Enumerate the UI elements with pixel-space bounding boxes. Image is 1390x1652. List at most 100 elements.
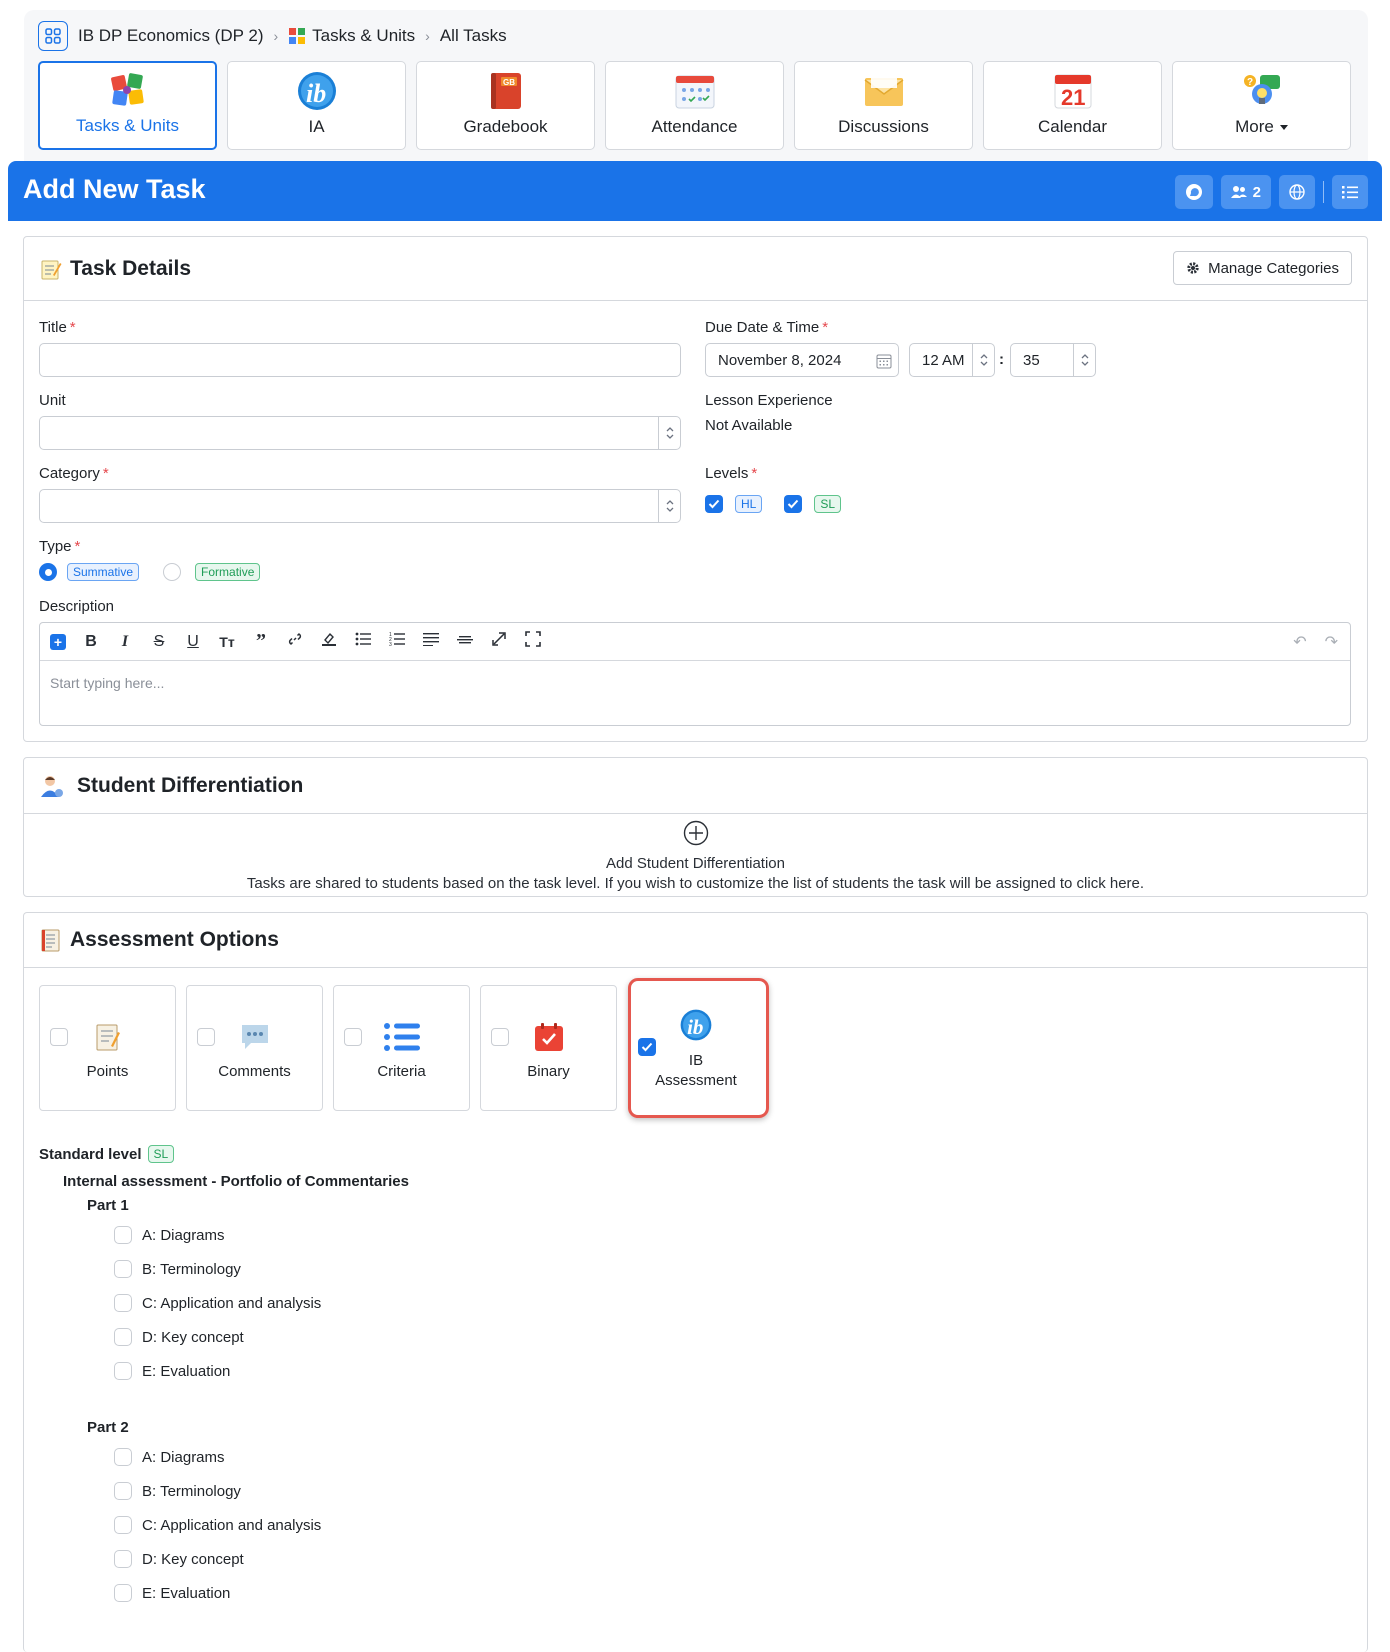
add-differentiation-label[interactable]: Add Student Differentiation: [24, 855, 1367, 872]
undo-icon[interactable]: ↶: [1293, 632, 1306, 652]
text-size-icon[interactable]: Tᴛ: [218, 634, 236, 650]
criterion-row[interactable]: B: Terminology: [114, 1482, 241, 1500]
unit-select[interactable]: [39, 416, 681, 450]
italic-icon[interactable]: I: [116, 633, 134, 651]
category-select[interactable]: [39, 489, 681, 523]
criterion-row[interactable]: E: Evaluation: [114, 1584, 230, 1602]
criterion-row[interactable]: C: Application and analysis: [114, 1294, 321, 1312]
criterion-row[interactable]: D: Key concept: [114, 1328, 244, 1346]
language-button[interactable]: [1279, 175, 1315, 209]
required-mark: *: [751, 465, 758, 482]
criterion-checkbox[interactable]: [114, 1362, 132, 1380]
criterion-row[interactable]: E: Evaluation: [114, 1362, 230, 1380]
fullscreen-icon[interactable]: [524, 631, 542, 652]
bulleted-list-icon[interactable]: [354, 632, 372, 651]
tab-tasks-units[interactable]: Tasks & Units: [38, 61, 217, 150]
ia-title: Internal assessment - Portfolio of Comme…: [63, 1173, 409, 1190]
criterion-row[interactable]: A: Diagrams: [114, 1448, 225, 1466]
assessment-title: Assessment Options: [70, 928, 279, 951]
quote-icon[interactable]: ”: [252, 630, 270, 653]
tab-calendar[interactable]: 21 Calendar: [983, 61, 1162, 150]
radio-formative[interactable]: [163, 563, 182, 581]
highlight-icon[interactable]: [320, 631, 338, 652]
clear-format-icon[interactable]: [490, 631, 508, 652]
checkbox-sl[interactable]: [784, 495, 803, 513]
due-hour-value: 12 AM: [922, 352, 965, 369]
tab-ia[interactable]: ib IA: [227, 61, 406, 150]
attendance-icon: [675, 69, 715, 113]
breadcrumb-section[interactable]: Tasks & Units: [288, 26, 415, 46]
horizontal-rule-icon[interactable]: [456, 632, 474, 651]
tab-discussions[interactable]: Discussions: [794, 61, 973, 150]
description-placeholder[interactable]: Start typing here...: [50, 675, 164, 691]
assessment-option-points[interactable]: Points: [39, 985, 176, 1111]
chat-icon: [1185, 184, 1202, 200]
ib-logo-icon: ib: [296, 69, 338, 113]
bold-icon[interactable]: B: [82, 633, 100, 651]
select-arrows-icon: [658, 490, 680, 522]
assessment-option-binary[interactable]: Binary: [480, 985, 617, 1111]
criterion-checkbox[interactable]: [114, 1448, 132, 1466]
sl-tag: SL: [814, 495, 842, 513]
criterion-checkbox[interactable]: [114, 1226, 132, 1244]
align-icon[interactable]: [422, 632, 440, 651]
radio-summative[interactable]: [39, 563, 57, 581]
checkbox-points[interactable]: [50, 1028, 68, 1046]
assessment-header: Assessment Options: [24, 913, 1367, 968]
required-mark: *: [822, 319, 829, 336]
assessment-option-criteria[interactable]: Criteria: [333, 985, 470, 1111]
tab-label: Tasks & Units: [76, 116, 179, 135]
criterion-row[interactable]: D: Key concept: [114, 1550, 244, 1568]
criterion-checkbox[interactable]: [114, 1550, 132, 1568]
svg-text:ib: ib: [306, 79, 326, 108]
differentiation-header: Student Differentiation: [24, 758, 1367, 814]
breadcrumb-course[interactable]: IB DP Economics (DP 2): [78, 26, 264, 46]
underline-icon[interactable]: U: [184, 633, 202, 651]
users-icon: [1230, 186, 1247, 198]
criterion-row[interactable]: C: Application and analysis: [114, 1516, 321, 1534]
criterion-checkbox[interactable]: [114, 1260, 132, 1278]
insert-block-icon[interactable]: +: [50, 633, 66, 650]
chat-button[interactable]: [1174, 175, 1213, 209]
criterion-row[interactable]: A: Diagrams: [114, 1226, 225, 1244]
criterion-checkbox[interactable]: [114, 1328, 132, 1346]
due-date-input[interactable]: November 8, 2024: [705, 343, 899, 377]
due-hour-select[interactable]: 12 AM: [909, 343, 995, 377]
levels-options: HL SL: [705, 495, 842, 513]
criterion-checkbox[interactable]: [114, 1294, 132, 1312]
manage-categories-button[interactable]: Manage Categories: [1173, 251, 1352, 285]
add-circle-icon[interactable]: [683, 820, 709, 846]
criterion-row[interactable]: B: Terminology: [114, 1260, 241, 1278]
checkbox-criteria[interactable]: [344, 1028, 362, 1046]
checkbox-binary[interactable]: [491, 1028, 509, 1046]
calendar-picker-icon[interactable]: [876, 353, 892, 369]
apps-grid-icon[interactable]: [38, 21, 68, 51]
tab-label: Discussions: [838, 117, 929, 136]
tab-gradebook[interactable]: GB Gradebook: [416, 61, 595, 150]
student-icon: [41, 775, 63, 797]
criterion-checkbox[interactable]: [114, 1516, 132, 1534]
numbered-list-icon[interactable]: 123: [388, 632, 406, 651]
tab-attendance[interactable]: Attendance: [605, 61, 784, 150]
student-differentiation-panel: Student Differentiation Add Student Diff…: [23, 757, 1368, 897]
redo-icon[interactable]: ↷: [1325, 632, 1338, 652]
assessment-option-comments[interactable]: Comments: [186, 985, 323, 1111]
checkbox-comments[interactable]: [197, 1028, 215, 1046]
required-mark: *: [69, 319, 76, 336]
criterion-checkbox[interactable]: [114, 1482, 132, 1500]
title-label-text: Title: [39, 319, 67, 336]
required-mark: *: [102, 465, 109, 482]
checkbox-hl[interactable]: [705, 495, 723, 513]
add-differentiation-block[interactable]: Add Student Differentiation Tasks are sh…: [24, 820, 1367, 892]
tab-more[interactable]: ? More: [1172, 61, 1351, 150]
link-icon[interactable]: [286, 631, 304, 652]
history-controls: ↶ ↷: [1293, 632, 1338, 652]
list-view-button[interactable]: [1332, 175, 1368, 209]
criterion-checkbox[interactable]: [114, 1584, 132, 1602]
levels-label-text: Levels: [705, 465, 749, 482]
strikethrough-icon[interactable]: S: [150, 633, 168, 651]
due-minute-select[interactable]: 35: [1010, 343, 1096, 377]
title-input[interactable]: [39, 343, 681, 377]
users-button[interactable]: 2: [1220, 175, 1271, 209]
assessment-options-panel: Assessment Options Points Comments Crite…: [23, 912, 1368, 1652]
